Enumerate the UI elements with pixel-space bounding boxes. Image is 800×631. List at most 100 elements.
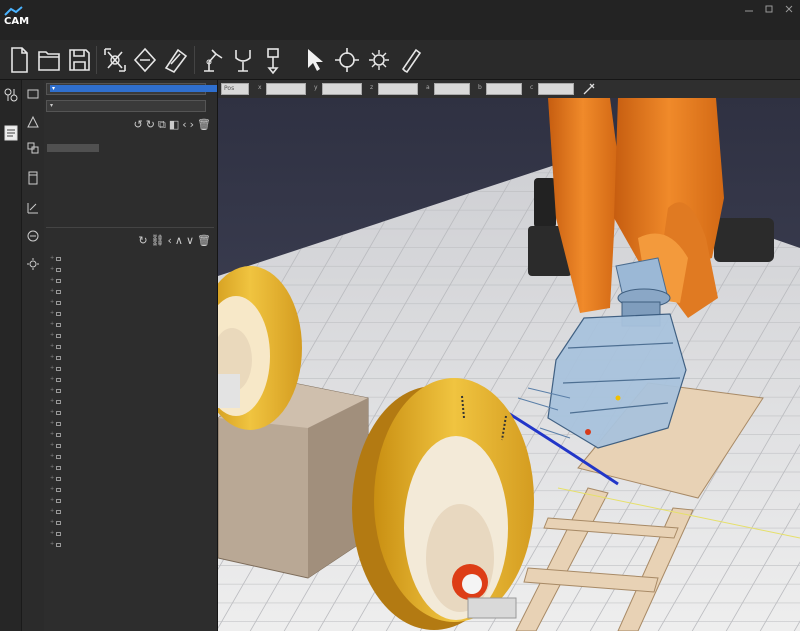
expand-toggle-icon[interactable]: + [50, 541, 54, 547]
transform-icon[interactable] [100, 44, 130, 76]
tree-item[interactable]: + [48, 419, 214, 430]
tree-item[interactable]: + [48, 474, 214, 485]
tree-item[interactable]: + [48, 331, 214, 342]
tree-item[interactable]: + [48, 364, 214, 375]
expand-toggle-icon[interactable]: + [50, 398, 54, 404]
link-icon[interactable]: ⛓ [151, 234, 165, 247]
3d-viewport[interactable] [218, 98, 800, 631]
tree-item[interactable]: + [48, 452, 214, 463]
expand-toggle-icon[interactable]: + [50, 255, 54, 261]
mode-select[interactable]: Pos [221, 83, 249, 95]
expand-toggle-icon[interactable]: + [50, 453, 54, 459]
expand-toggle-icon[interactable]: + [50, 310, 54, 316]
expand-toggle-icon[interactable]: + [50, 387, 54, 393]
parts-icon[interactable] [25, 140, 41, 156]
x-field[interactable] [266, 83, 306, 95]
tool-icon[interactable] [258, 44, 288, 76]
frame-icon[interactable]: ◧ [169, 118, 179, 132]
undo-icon[interactable]: ↺ [134, 118, 143, 132]
new-file-icon[interactable] [4, 44, 34, 76]
b-field[interactable] [486, 83, 522, 95]
delete-icon[interactable]: 🗑 [197, 118, 211, 132]
tree-item[interactable]: + [48, 408, 214, 419]
tree-item[interactable]: + [48, 529, 214, 540]
tree-item[interactable]: + [48, 265, 214, 276]
expand-toggle-icon[interactable]: + [50, 475, 54, 481]
tree-item[interactable]: + [48, 254, 214, 265]
collapse-icon[interactable]: ∧ [175, 234, 183, 247]
rotate-right-icon[interactable] [160, 44, 190, 76]
gripper-icon[interactable] [228, 44, 258, 76]
expand-toggle-icon[interactable]: + [50, 497, 54, 503]
minimize-icon[interactable] [742, 4, 756, 14]
expand-toggle-icon[interactable]: + [50, 354, 54, 360]
scene-render[interactable] [218, 98, 800, 631]
target-frame-icon[interactable] [332, 44, 362, 76]
tree-item[interactable]: + [48, 507, 214, 518]
frame-icon[interactable] [25, 114, 41, 130]
tree-item[interactable]: + [48, 518, 214, 529]
object-combo[interactable]: ▾ [46, 83, 217, 95]
open-file-icon[interactable] [34, 44, 64, 76]
calibrate-icon[interactable] [364, 44, 394, 76]
tree-item[interactable]: + [48, 309, 214, 320]
tree-item[interactable]: + [48, 353, 214, 364]
tree-item[interactable]: + [48, 386, 214, 397]
tree-item[interactable]: + [48, 496, 214, 507]
close-icon[interactable] [782, 4, 796, 14]
tree-item[interactable]: + [48, 320, 214, 331]
tree-item[interactable]: + [48, 397, 214, 408]
redo-icon[interactable]: ↻ [146, 118, 155, 132]
axis-icon[interactable] [25, 200, 41, 216]
expand-toggle-icon[interactable]: + [50, 288, 54, 294]
sheet-icon[interactable] [25, 170, 41, 186]
tree-item[interactable]: + [48, 540, 214, 551]
expand-toggle-icon[interactable]: + [50, 442, 54, 448]
collision-icon[interactable] [25, 228, 41, 244]
expand-toggle-icon[interactable]: + [50, 299, 54, 305]
a-field[interactable] [434, 83, 470, 95]
z-field[interactable] [378, 83, 418, 95]
chevron-down-icon[interactable]: ▾ [50, 85, 217, 92]
expand-toggle-icon[interactable]: + [50, 321, 54, 327]
layer-combo[interactable]: ▾ [46, 100, 206, 112]
refresh-icon[interactable]: ↻ [138, 234, 147, 247]
robot-cell-icon[interactable] [2, 86, 20, 104]
c-field[interactable] [538, 83, 574, 95]
select-cursor-icon[interactable] [300, 44, 330, 76]
chevron-right-icon[interactable]: › [190, 118, 194, 132]
tree-item[interactable]: + [48, 463, 214, 474]
tree-item[interactable]: + [48, 276, 214, 287]
property-row[interactable] [47, 144, 212, 152]
copy-icon[interactable]: ⧉ [158, 118, 166, 132]
save-file-icon[interactable] [64, 44, 94, 76]
expand-toggle-icon[interactable]: + [50, 266, 54, 272]
expand-icon[interactable]: ∨ [186, 234, 194, 247]
expand-toggle-icon[interactable]: + [50, 277, 54, 283]
chevron-left-icon[interactable]: ‹ [168, 234, 172, 247]
y-field[interactable] [322, 83, 362, 95]
delete-icon[interactable]: 🗑 [197, 234, 211, 247]
expand-toggle-icon[interactable]: + [50, 420, 54, 426]
object-icon[interactable] [25, 86, 41, 102]
expand-toggle-icon[interactable]: + [50, 332, 54, 338]
tree-item[interactable]: + [48, 441, 214, 452]
expand-toggle-icon[interactable]: + [50, 464, 54, 470]
chevron-left-icon[interactable]: ‹ [182, 118, 186, 132]
maximize-icon[interactable] [762, 4, 776, 14]
expand-toggle-icon[interactable]: + [50, 431, 54, 437]
chevron-down-icon[interactable]: ▾ [50, 102, 217, 109]
expand-toggle-icon[interactable]: + [50, 365, 54, 371]
property-row[interactable] [47, 152, 212, 160]
robot-arm-icon[interactable] [198, 44, 228, 76]
expand-toggle-icon[interactable]: + [50, 409, 54, 415]
expand-toggle-icon[interactable]: + [50, 376, 54, 382]
expand-toggle-icon[interactable]: + [50, 508, 54, 514]
tree-item[interactable]: + [48, 485, 214, 496]
tree-item[interactable]: + [48, 298, 214, 309]
pick-point-icon[interactable] [582, 82, 596, 96]
expand-toggle-icon[interactable]: + [50, 343, 54, 349]
tree-item[interactable]: + [48, 342, 214, 353]
expand-toggle-icon[interactable]: + [50, 530, 54, 536]
gear-icon[interactable] [25, 256, 41, 272]
